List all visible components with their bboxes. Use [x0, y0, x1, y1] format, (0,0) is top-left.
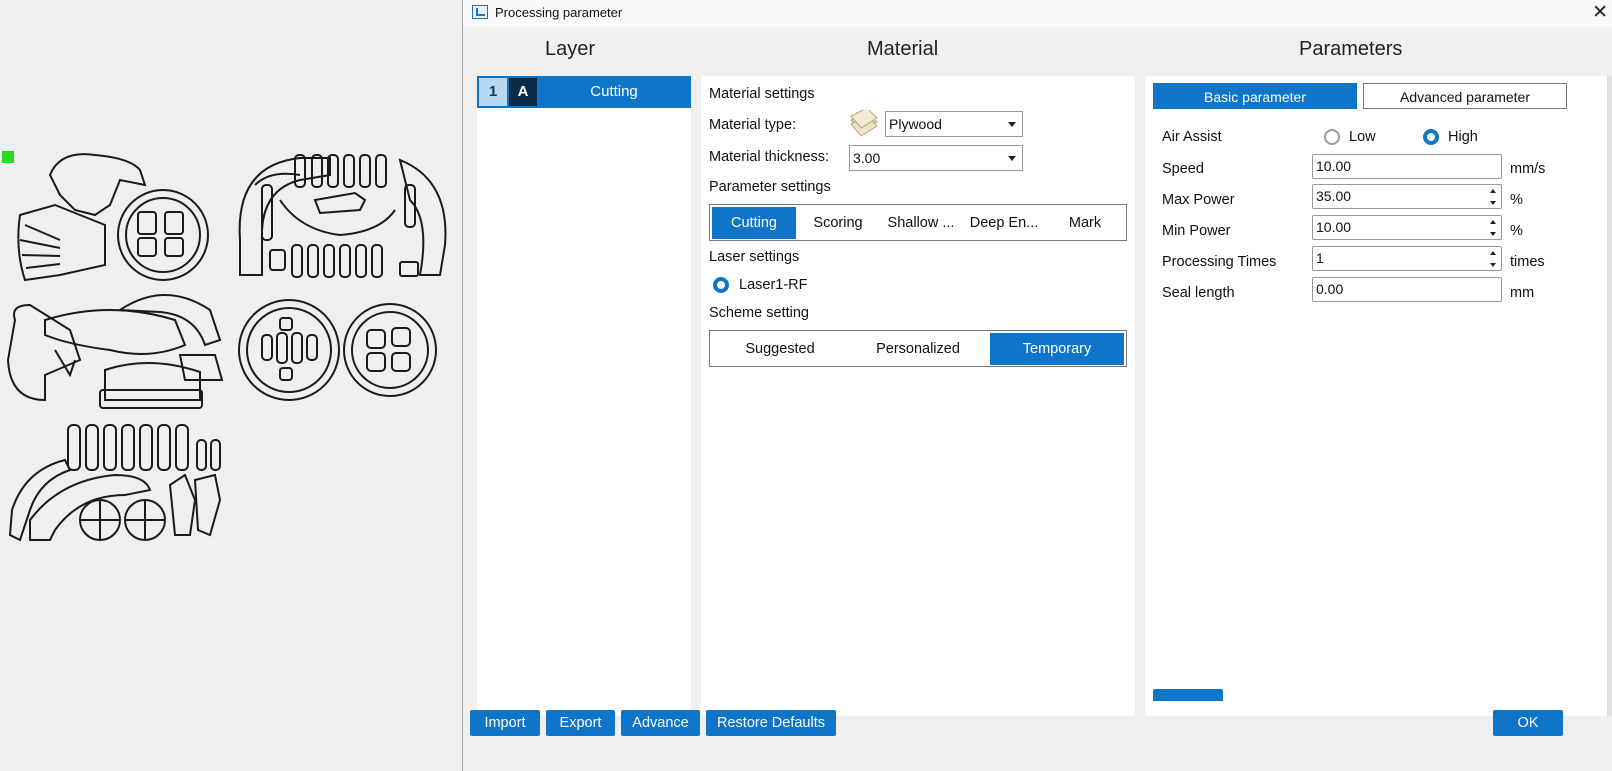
scheme-setting-title: Scheme setting: [709, 305, 809, 321]
material-type-label: Material type:: [709, 117, 797, 133]
seal-length-value: 0.00: [1316, 281, 1344, 297]
speed-value: 10.00: [1316, 158, 1352, 174]
plywood-icon: [850, 110, 878, 137]
max-power-unit: %: [1510, 192, 1523, 208]
tab-scoring[interactable]: Scoring: [798, 207, 878, 239]
seal-length-unit: mm: [1510, 285, 1535, 301]
part-gear-1: [117, 189, 209, 281]
processing-times-unit: times: [1510, 254, 1545, 270]
min-power-label: Min Power: [1162, 223, 1231, 239]
scheme-suggested[interactable]: Suggested: [712, 333, 848, 365]
part-gear-2: [238, 299, 340, 401]
material-panel: Material settings Material type: Plywood…: [701, 76, 1135, 716]
chevron-down-icon: [1008, 122, 1016, 127]
material-thickness-value: 3.00: [853, 150, 881, 166]
max-power-input[interactable]: 35.00: [1312, 184, 1502, 209]
tab-advanced-parameter[interactable]: Advanced parameter: [1363, 83, 1567, 109]
material-thickness-select[interactable]: 3.00: [849, 145, 1023, 171]
air-assist-high-radio[interactable]: [1423, 129, 1439, 145]
rib-parts: [291, 154, 416, 278]
layer-mode-badge: A: [509, 78, 537, 106]
processing-times-label: Processing Times: [1162, 254, 1277, 270]
spinner-arrows-icon[interactable]: [1490, 249, 1498, 269]
close-icon[interactable]: ✕: [1592, 1, 1608, 24]
spinner-arrows-icon[interactable]: [1490, 218, 1498, 238]
parameter-settings-title: Parameter settings: [709, 179, 831, 195]
partially-hidden-button[interactable]: [1153, 689, 1223, 701]
min-power-input[interactable]: 10.00: [1312, 215, 1502, 240]
processing-times-input[interactable]: 1: [1312, 246, 1502, 271]
material-thickness-label: Material thickness:: [709, 149, 830, 165]
laser-settings-title: Laser settings: [709, 249, 800, 265]
air-assist-low-label: Low: [1349, 129, 1376, 145]
max-power-value: 35.00: [1316, 188, 1352, 204]
tooth-parts: [67, 424, 221, 471]
parameters-header: Parameters: [1299, 38, 1403, 60]
processing-parameter-dialog: Processing parameter ✕ Layer Material Pa…: [462, 0, 1612, 771]
layer-header: Layer: [545, 38, 596, 60]
air-assist-label: Air Assist: [1162, 129, 1222, 145]
air-assist-high-label: High: [1448, 129, 1478, 145]
ok-button[interactable]: OK: [1493, 710, 1563, 736]
processing-times-value: 1: [1316, 250, 1324, 266]
vertical-scrollbar[interactable]: [1607, 76, 1612, 716]
part-gear-3: [343, 303, 437, 397]
app-icon: [472, 5, 488, 19]
part-bone: [313, 191, 367, 215]
part-jaw: [6, 303, 82, 402]
scheme-tabs: Suggested Personalized Temporary: [709, 330, 1127, 367]
laser1-radio[interactable]: [713, 277, 729, 293]
tab-cutting[interactable]: Cutting: [712, 207, 796, 239]
scheme-temporary[interactable]: Temporary: [990, 333, 1124, 365]
window-title: Processing parameter: [495, 5, 623, 20]
cut-parts-drawing: [6, 153, 447, 542]
layer-number: 1: [479, 78, 507, 106]
export-button[interactable]: Export: [546, 710, 615, 736]
material-header: Material: [867, 38, 939, 60]
min-power-unit: %: [1510, 223, 1523, 239]
material-type-value: Plywood: [889, 116, 942, 132]
tab-deep-engraving[interactable]: Deep En...: [964, 207, 1044, 239]
parameter-tabs: Cutting Scoring Shallow ... Deep En... M…: [709, 204, 1127, 241]
layer-name: Cutting: [590, 83, 638, 100]
seal-length-label: Seal length: [1162, 285, 1235, 301]
seal-length-input[interactable]: 0.00: [1312, 277, 1502, 302]
title-bar: Processing parameter ✕: [463, 0, 1612, 27]
layer-panel: 1 A Cutting: [477, 76, 691, 716]
laser1-label: Laser1-RF: [739, 277, 808, 293]
speed-input[interactable]: 10.00: [1312, 154, 1502, 179]
tab-shallow-engraving[interactable]: Shallow ...: [880, 207, 962, 239]
import-button[interactable]: Import: [470, 710, 540, 736]
tab-basic-parameter[interactable]: Basic parameter: [1153, 83, 1357, 109]
scheme-personalized[interactable]: Personalized: [850, 333, 986, 365]
part-tail: [8, 458, 72, 542]
part-base: [104, 362, 201, 401]
air-assist-low-radio[interactable]: [1324, 129, 1340, 145]
layer-row-cutting[interactable]: 1 A Cutting: [477, 76, 691, 108]
parameters-panel: Basic parameter Advanced parameter Air A…: [1145, 76, 1612, 716]
chevron-down-icon: [1008, 156, 1016, 161]
speed-unit: mm/s: [1510, 161, 1546, 177]
max-power-label: Max Power: [1162, 192, 1235, 208]
tab-mark[interactable]: Mark: [1046, 207, 1124, 239]
spinner-arrows-icon[interactable]: [1490, 187, 1498, 207]
part-head: [48, 153, 147, 217]
material-type-select[interactable]: Plywood: [885, 111, 1023, 137]
restore-defaults-button[interactable]: Restore Defaults: [706, 710, 836, 736]
speed-label: Speed: [1162, 161, 1204, 177]
part-ring-right: [398, 158, 447, 276]
material-settings-title: Material settings: [709, 86, 815, 102]
advance-button[interactable]: Advance: [621, 710, 700, 736]
min-power-value: 10.00: [1316, 219, 1352, 235]
part-arc-ruler: [44, 309, 187, 355]
design-canvas[interactable]: [0, 0, 462, 771]
part-claw: [168, 473, 197, 536]
